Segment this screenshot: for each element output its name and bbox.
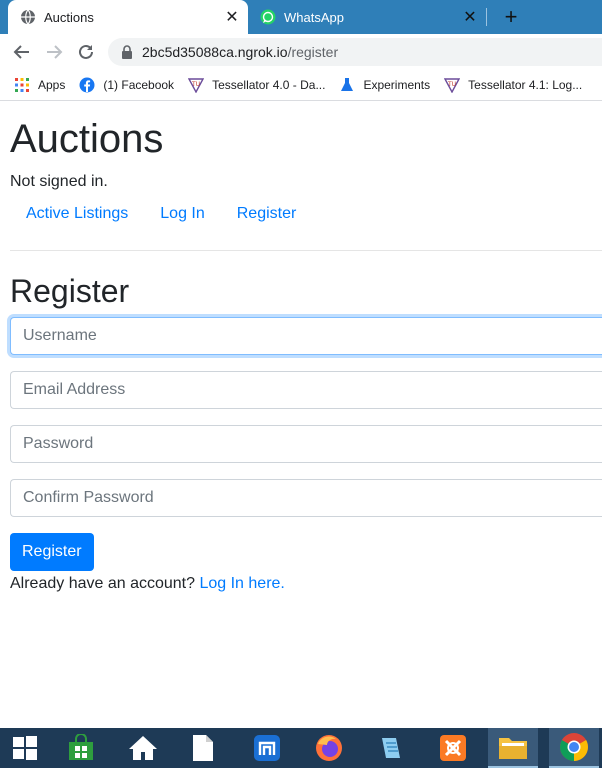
- username-field[interactable]: [10, 317, 602, 355]
- taskbar-notepad[interactable]: [366, 728, 416, 768]
- maxthon-icon: [254, 735, 280, 761]
- tab-divider: [486, 8, 487, 26]
- page-title: Register: [10, 273, 130, 309]
- start-button[interactable]: [0, 728, 50, 768]
- confirm-password-field[interactable]: [10, 479, 602, 517]
- lock-icon: [122, 45, 132, 59]
- facebook-icon: [79, 77, 95, 93]
- page-content: Auctions Not signed in. Active Listings …: [10, 101, 602, 593]
- bookmark-apps[interactable]: Apps: [14, 77, 65, 93]
- home-icon: [129, 736, 157, 760]
- flask-icon: [341, 78, 354, 91]
- forward-arrow-icon: [47, 45, 63, 59]
- close-tab-icon[interactable]: ✕: [460, 7, 480, 27]
- back-button[interactable]: [10, 40, 34, 64]
- new-tab-button[interactable]: +: [496, 2, 526, 32]
- login-prompt: Already have an account? Log In here.: [10, 575, 602, 593]
- nav-log-in[interactable]: Log In: [144, 202, 220, 226]
- login-here-link[interactable]: Log In here.: [199, 575, 284, 592]
- globe-icon: [21, 9, 35, 25]
- divider: [10, 250, 602, 251]
- taskbar-maxthon[interactable]: [242, 728, 292, 768]
- firefox-icon: [316, 735, 342, 761]
- taskbar-file-explorer[interactable]: [488, 728, 538, 768]
- svg-text:TU: TU: [447, 81, 456, 88]
- store-icon: [69, 734, 93, 760]
- reload-button[interactable]: [74, 40, 98, 64]
- email-field[interactable]: [10, 371, 602, 409]
- forward-button[interactable]: [42, 40, 66, 64]
- reload-icon: [79, 44, 93, 59]
- svg-text:TU: TU: [191, 81, 200, 88]
- browser-tab-strip: Auctions ✕ WhatsApp ✕ +: [0, 0, 602, 34]
- browser-toolbar: 2bc5d35088ca.ngrok.io/register: [0, 34, 602, 70]
- taskbar-xampp[interactable]: [428, 728, 478, 768]
- bookmark-label: Apps: [38, 78, 66, 92]
- password-field[interactable]: [10, 425, 602, 463]
- file-explorer-icon: [499, 738, 527, 759]
- back-arrow-icon: [13, 45, 29, 59]
- site-nav: Active Listings Log In Register: [10, 202, 602, 226]
- windows-taskbar: [0, 728, 602, 768]
- site-title: Auctions: [10, 117, 164, 161]
- taskbar-chrome[interactable]: [549, 728, 599, 768]
- taskbar-home[interactable]: [118, 728, 168, 768]
- windows-start-icon: [13, 736, 37, 760]
- taskbar-firefox[interactable]: [304, 728, 354, 768]
- bookmark-label: Tessellator 4.1: Log...: [468, 78, 583, 92]
- taskbar-store[interactable]: [56, 728, 106, 768]
- chrome-icon: [560, 733, 588, 761]
- bookmark-facebook[interactable]: (1) Facebook: [79, 77, 174, 93]
- tab-auctions[interactable]: Auctions ✕: [8, 0, 248, 34]
- bookmark-label: Tessellator 4.0 - Da...: [212, 78, 326, 92]
- nav-register[interactable]: Register: [221, 202, 313, 226]
- tab-title: Auctions: [44, 9, 94, 25]
- taskbar-document[interactable]: [178, 728, 228, 768]
- notepad-icon: [382, 738, 400, 758]
- close-tab-icon[interactable]: ✕: [222, 7, 242, 27]
- apps-grid-icon: [15, 78, 29, 92]
- tessellator-icon: TU: [444, 78, 461, 93]
- whatsapp-icon: [260, 9, 276, 25]
- bookmark-tessellator-40[interactable]: TU Tessellator 4.0 - Da...: [188, 77, 325, 93]
- bookmark-tessellator-41[interactable]: TU Tessellator 4.1: Log...: [444, 77, 582, 93]
- register-form: Register: [10, 317, 602, 571]
- bookmark-label: (1) Facebook: [103, 78, 175, 92]
- url-host: 2bc5d35088ca.ngrok.io: [142, 44, 288, 60]
- address-bar[interactable]: 2bc5d35088ca.ngrok.io/register: [108, 38, 602, 66]
- document-icon: [193, 735, 213, 761]
- bookmark-experiments[interactable]: Experiments: [339, 77, 430, 93]
- signin-status: Not signed in.: [10, 173, 108, 190]
- bookmarks-bar: Apps (1) Facebook TU Tessellator 4.0 - D…: [0, 70, 602, 101]
- xampp-icon: [440, 735, 466, 761]
- tab-whatsapp[interactable]: WhatsApp ✕: [250, 0, 486, 34]
- tessellator-icon: TU: [188, 78, 205, 93]
- nav-active-listings[interactable]: Active Listings: [10, 202, 144, 226]
- login-prompt-text: Already have an account?: [10, 575, 196, 592]
- register-button[interactable]: Register: [10, 533, 94, 571]
- bookmark-label: Experiments: [363, 78, 431, 92]
- url-path: /register: [287, 44, 339, 60]
- tab-title: WhatsApp: [284, 9, 344, 25]
